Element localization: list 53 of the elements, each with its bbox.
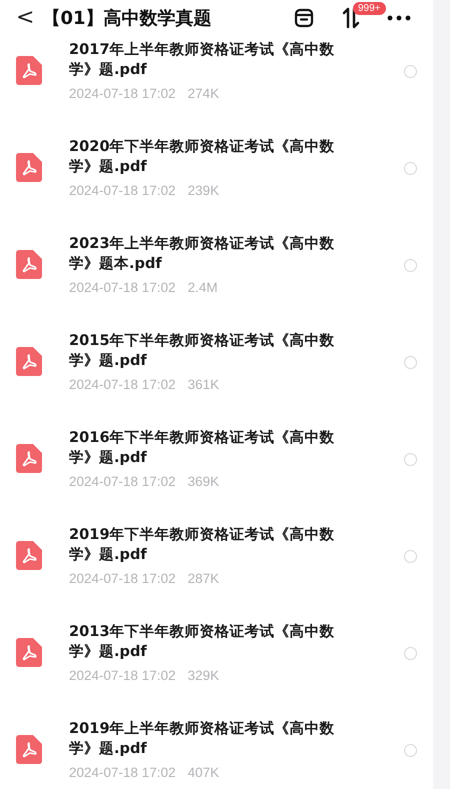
- pdf-file-icon: [16, 250, 42, 279]
- file-date: 2024-07-18 17:02: [69, 85, 176, 102]
- file-name: 2015年下半年教师资格证考试《高中数学》题.pdf: [69, 331, 336, 371]
- file-item[interactable]: 2019年上半年教师资格证考试《高中数学》题.pdf 2024-07-18 17:02 407K: [0, 715, 433, 789]
- select-radio[interactable]: [404, 65, 417, 78]
- select-radio[interactable]: [404, 356, 417, 369]
- file-name: 2019年下半年教师资格证考试《高中数学》题.pdf: [69, 525, 336, 565]
- archive-icon[interactable]: [293, 7, 315, 29]
- select-radio[interactable]: [404, 259, 417, 272]
- folder-title: 【01】高中数学真题: [42, 7, 212, 30]
- file-size: 287K: [188, 570, 220, 587]
- file-item[interactable]: 2019年下半年教师资格证考试《高中数学》题.pdf 2024-07-18 17:02 287K: [0, 521, 433, 618]
- file-size: 407K: [188, 764, 220, 781]
- pdf-file-icon: [16, 638, 42, 667]
- file-size: 274K: [188, 85, 220, 102]
- file-size: 361K: [188, 376, 220, 393]
- file-date: 2024-07-18 17:02: [69, 376, 176, 393]
- file-name: 2013年下半年教师资格证考试《高中数学》题.pdf: [69, 622, 336, 662]
- pdf-file-icon: [16, 56, 42, 85]
- pdf-file-icon: [16, 444, 42, 473]
- file-size: 329K: [188, 667, 220, 684]
- file-name: 2020年下半年教师资格证考试《高中数学》题.pdf: [69, 137, 336, 177]
- select-radio[interactable]: [404, 453, 417, 466]
- file-date: 2024-07-18 17:02: [69, 764, 176, 781]
- file-item[interactable]: 2013年下半年教师资格证考试《高中数学》题.pdf 2024-07-18 17:02 329K: [0, 618, 433, 715]
- count-badge: 999+: [353, 2, 386, 15]
- file-item[interactable]: 2015年下半年教师资格证考试《高中数学》题.pdf 2024-07-18 17:02 361K: [0, 327, 433, 424]
- file-size: 369K: [188, 473, 220, 490]
- file-size: 239K: [188, 182, 220, 199]
- file-size: 2.4M: [188, 279, 218, 296]
- back-button[interactable]: <: [12, 7, 38, 29]
- pdf-file-icon: [16, 735, 42, 764]
- file-name: 2019年上半年教师资格证考试《高中数学》题.pdf: [69, 719, 336, 759]
- select-radio[interactable]: [404, 744, 417, 757]
- more-icon[interactable]: [387, 15, 411, 21]
- pdf-file-icon: [16, 541, 42, 570]
- file-item[interactable]: 2017年上半年教师资格证考试《高中数学》题.pdf 2024-07-18 17:02 274K: [0, 36, 433, 133]
- pdf-file-icon: [16, 153, 42, 182]
- file-item[interactable]: 2020年下半年教师资格证考试《高中数学》题.pdf 2024-07-18 17:02 239K: [0, 133, 433, 230]
- file-item[interactable]: 2023年上半年教师资格证考试《高中数学》题本.pdf 2024-07-18 17:02 2.4M: [0, 230, 433, 327]
- file-item[interactable]: 2016年下半年教师资格证考试《高中数学》题.pdf 2024-07-18 17:02 369K: [0, 424, 433, 521]
- file-date: 2024-07-18 17:02: [69, 667, 176, 684]
- file-date: 2024-07-18 17:02: [69, 279, 176, 296]
- select-radio[interactable]: [404, 162, 417, 175]
- file-name: 2023年上半年教师资格证考试《高中数学》题本.pdf: [69, 234, 336, 274]
- file-date: 2024-07-18 17:02: [69, 182, 176, 199]
- pdf-file-icon: [16, 347, 42, 376]
- file-date: 2024-07-18 17:02: [69, 473, 176, 490]
- select-radio[interactable]: [404, 647, 417, 660]
- file-name: 2017年上半年教师资格证考试《高中数学》题.pdf: [69, 40, 336, 80]
- file-name: 2016年下半年教师资格证考试《高中数学》题.pdf: [69, 428, 336, 468]
- file-date: 2024-07-18 17:02: [69, 570, 176, 587]
- select-radio[interactable]: [404, 550, 417, 563]
